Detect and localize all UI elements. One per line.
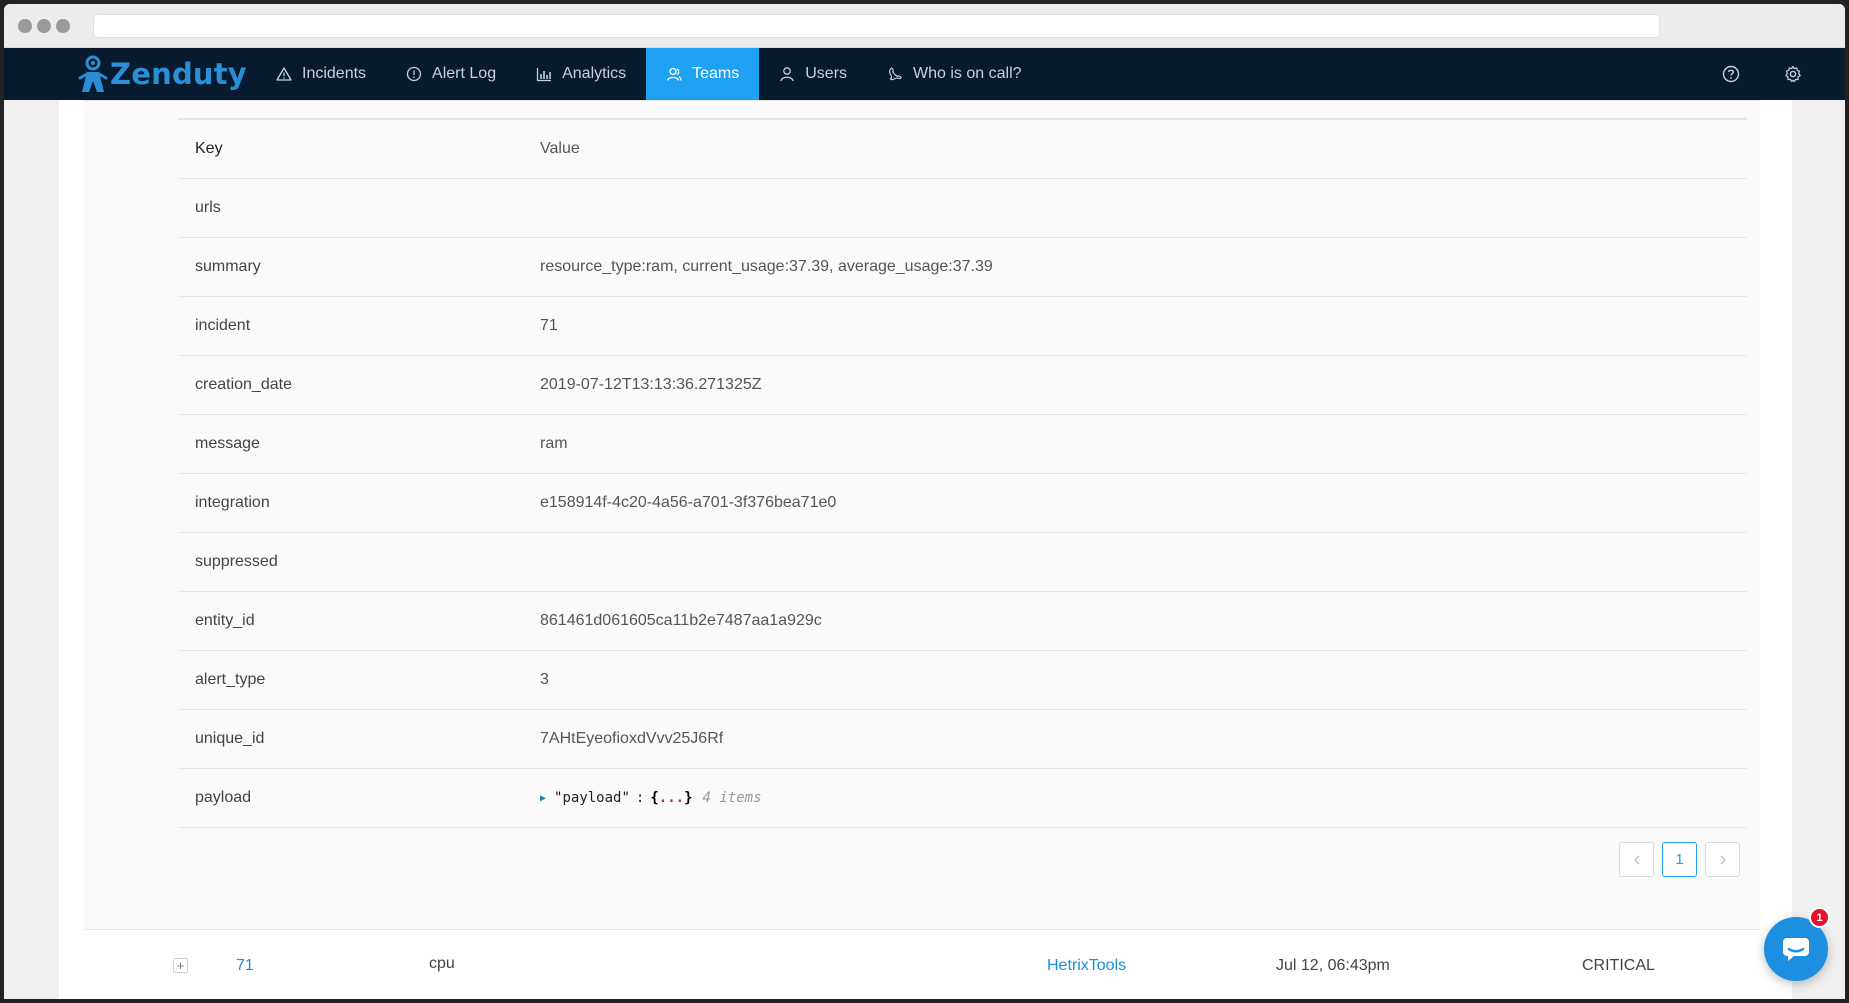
row-key: incident: [195, 317, 251, 334]
nav-item-label: Teams: [692, 65, 740, 82]
integration-link[interactable]: HetrixTools: [1047, 932, 1126, 999]
incident-number-link[interactable]: 71: [236, 932, 254, 999]
row-key: unique_id: [195, 730, 265, 747]
row-key: summary: [195, 258, 261, 275]
user-icon: [780, 67, 794, 82]
nav-item-users[interactable]: Users: [759, 48, 867, 100]
browser-window: Zenduty Incidents Alert Log Analytics Te…: [4, 4, 1845, 999]
team-icon: [666, 67, 682, 81]
window-close-dot[interactable]: [18, 19, 32, 33]
main-nav: Incidents Alert Log Analytics Teams User…: [256, 48, 1042, 100]
pagination: 1: [1611, 842, 1740, 877]
row-key: creation_date: [195, 376, 292, 393]
nav-item-alert-log[interactable]: Alert Log: [386, 48, 516, 100]
table-row: message ram: [178, 415, 1747, 474]
json-viewer[interactable]: ▶ "payload" : { ... } 4 items: [540, 790, 1747, 806]
json-brace-open: {: [650, 790, 659, 806]
expand-caret-icon[interactable]: ▶: [540, 793, 546, 804]
json-ellipsis[interactable]: ...: [659, 790, 684, 806]
alert-severity: CRITICAL: [1582, 956, 1655, 974]
row-value: 3: [540, 671, 549, 688]
alert-details-table: Key Value urls summary resource_type:ram…: [178, 118, 1747, 828]
row-key: message: [195, 435, 260, 452]
bar-chart-icon: [536, 68, 552, 82]
row-value: ram: [540, 435, 568, 452]
table-header-row: Key Value: [178, 120, 1747, 179]
column-header-value: Value: [540, 140, 580, 157]
row-key: payload: [195, 789, 252, 806]
row-value: 2019-07-12T13:13:36.271325Z: [540, 376, 762, 393]
row-key: integration: [195, 494, 270, 511]
nav-item-label: Incidents: [302, 65, 367, 82]
row-value: 861461d061605ca11b2e7487aa1a929c: [540, 612, 822, 629]
zenduty-logo[interactable]: Zenduty: [78, 48, 247, 100]
window-maximize-dot[interactable]: [56, 19, 70, 33]
table-row: summary resource_type:ram, current_usage…: [178, 238, 1747, 297]
expanded-alert-details: Key Value urls summary resource_type:ram…: [84, 100, 1760, 930]
help-button[interactable]: [1721, 64, 1741, 84]
table-row: suppressed: [178, 533, 1747, 592]
row-key: alert_type: [195, 671, 266, 688]
row-value: ▶ "payload" : { ... } 4 items: [540, 790, 1747, 806]
prev-page-button[interactable]: [1619, 842, 1654, 877]
table-row: integration e158914f-4c20-4a56-a701-3f37…: [178, 474, 1747, 533]
warning-triangle-icon: [276, 67, 292, 81]
row-key: entity_id: [195, 612, 255, 629]
info-circle-icon: [406, 66, 422, 82]
screen: Zenduty Incidents Alert Log Analytics Te…: [0, 0, 1849, 1003]
chat-unread-badge: 1: [1809, 907, 1830, 928]
page-content: Key Value urls summary resource_type:ram…: [4, 100, 1845, 999]
expand-row-button[interactable]: +: [173, 958, 188, 973]
row-value: e158914f-4c20-4a56-a701-3f376bea71e0: [540, 494, 837, 511]
row-value: resource_type:ram, current_usage:37.39, …: [540, 258, 993, 275]
chevron-left-icon: [1633, 855, 1639, 864]
address-bar[interactable]: [93, 14, 1660, 38]
column-header-key: Key: [195, 140, 223, 157]
nav-item-label: Users: [805, 65, 848, 82]
table-row: entity_id 861461d061605ca11b2e7487aa1a92…: [178, 592, 1747, 651]
chat-bubble-icon: [1783, 938, 1809, 961]
next-page-button[interactable]: [1705, 842, 1740, 877]
nav-item-label: Analytics: [562, 65, 627, 82]
row-key: suppressed: [195, 553, 278, 570]
table-row: creation_date 2019-07-12T13:13:36.271325…: [178, 356, 1747, 415]
table-row: incident 71: [178, 297, 1747, 356]
row-key: urls: [195, 199, 221, 216]
nav-item-label: Who is on call?: [913, 65, 1022, 82]
navbar-right-actions: [1721, 48, 1845, 100]
alert-log-panel: Key Value urls summary resource_type:ram…: [59, 100, 1792, 999]
top-navbar: Zenduty Incidents Alert Log Analytics Te…: [4, 48, 1845, 100]
settings-button[interactable]: [1783, 64, 1803, 84]
help-circle-icon: [1722, 65, 1740, 83]
table-row: alert_type 3: [178, 651, 1747, 710]
zenduty-logo-icon: [78, 55, 108, 92]
alert-message: cpu: [429, 954, 455, 972]
table-row: urls: [178, 179, 1747, 238]
json-key: "payload": [554, 790, 630, 806]
chevron-right-icon: [1720, 855, 1726, 864]
phone-icon: [889, 67, 902, 81]
browser-chrome: [4, 4, 1845, 48]
nav-item-analytics[interactable]: Analytics: [516, 48, 646, 100]
nav-item-teams[interactable]: Teams: [646, 48, 760, 100]
window-minimize-dot[interactable]: [37, 19, 51, 33]
json-colon: :: [635, 790, 645, 806]
gear-icon: [1785, 65, 1801, 83]
row-value: 71: [540, 317, 558, 334]
json-brace-close: }: [684, 790, 693, 806]
row-value: 7AHtEyeofioxdVvv25J6Rf: [540, 730, 724, 747]
nav-item-label: Alert Log: [432, 65, 497, 82]
table-row-payload: payload ▶ "payload" : { ... } 4 items: [178, 769, 1747, 828]
page-button-current[interactable]: 1: [1662, 842, 1697, 877]
nav-item-incidents[interactable]: Incidents: [256, 48, 386, 100]
table-row: unique_id 7AHtEyeofioxdVvv25J6Rf: [178, 710, 1747, 769]
nav-item-who-is-on-call[interactable]: Who is on call?: [867, 48, 1042, 100]
alert-time: Jul 12, 06:43pm: [1276, 956, 1390, 974]
table-row[interactable]: + 71 cpu HetrixTools Jul 12, 06:43pm CRI…: [84, 932, 1760, 999]
brand-name: Zenduty: [110, 57, 247, 91]
json-item-count: 4 items: [702, 790, 762, 806]
